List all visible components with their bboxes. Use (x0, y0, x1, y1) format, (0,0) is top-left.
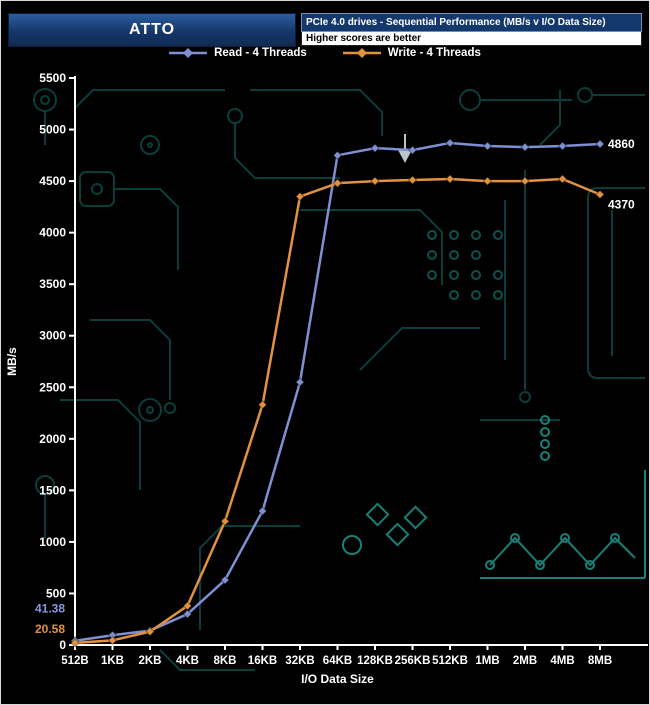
title-block: PCIe 4.0 drives - Sequential Performance… (301, 13, 642, 47)
svg-text:4370: 4370 (608, 197, 635, 211)
svg-text:1000: 1000 (39, 535, 66, 549)
svg-text:4KB: 4KB (176, 655, 199, 667)
svg-text:256KB: 256KB (395, 655, 431, 667)
atto-logo: ATTO (8, 13, 296, 47)
svg-text:2500: 2500 (39, 380, 66, 394)
svg-text:500: 500 (46, 586, 66, 600)
svg-text:5500: 5500 (39, 71, 66, 85)
svg-text:2KB: 2KB (138, 655, 161, 667)
svg-text:20.58: 20.58 (35, 622, 65, 636)
svg-text:3500: 3500 (39, 277, 66, 291)
svg-text:1KB: 1KB (101, 655, 124, 667)
svg-text:4000: 4000 (39, 226, 66, 240)
svg-text:512B: 512B (61, 655, 89, 667)
svg-text:1500: 1500 (39, 483, 66, 497)
svg-text:32KB: 32KB (285, 655, 314, 667)
svg-text:41.38: 41.38 (35, 602, 65, 616)
svg-text:1MB: 1MB (475, 655, 499, 667)
svg-text:2000: 2000 (39, 432, 66, 446)
chart-svg: 0 500 1000 1500 2000 2500 3000 3500 4000 4500 5000… (5, 71, 648, 686)
svg-text:2MB: 2MB (513, 655, 537, 667)
legend-item-read: Read - 4 Threads (169, 47, 307, 59)
svg-text:128KB: 128KB (357, 655, 393, 667)
svg-text:8KB: 8KB (213, 655, 236, 667)
svg-text:4860: 4860 (608, 137, 635, 151)
svg-text:5000: 5000 (39, 123, 66, 137)
svg-text:MB/s: MB/s (5, 347, 19, 376)
read-series-swatch (169, 48, 208, 58)
svg-text:3000: 3000 (39, 329, 66, 343)
legend-label-read: Read - 4 Threads (214, 47, 307, 59)
svg-text:16KB: 16KB (248, 655, 277, 667)
atto-logo-text: ATTO (128, 21, 176, 38)
legend-label-write: Write - 4 Threads (387, 47, 481, 59)
svg-text:4500: 4500 (39, 174, 66, 188)
svg-text:I/O Data Size: I/O Data Size (301, 672, 374, 686)
chart-title: PCIe 4.0 drives - Sequential Performance… (301, 13, 642, 32)
legend-item-write: Write - 4 Threads (342, 47, 481, 59)
chart-subtitle: Higher scores are better (301, 32, 642, 46)
chart-area: 0 500 1000 1500 2000 2500 3000 3500 4000 4500 5000… (0, 70, 650, 705)
legend: Read - 4 Threads Write - 4 Threads (0, 47, 650, 59)
svg-text:512KB: 512KB (432, 655, 468, 667)
header: ATTO PCIe 4.0 drives - Sequential Perfor… (8, 13, 642, 47)
svg-text:8MB: 8MB (588, 655, 612, 667)
write-series-swatch (342, 48, 381, 58)
svg-text:4MB: 4MB (550, 655, 574, 667)
svg-text:0: 0 (59, 638, 66, 652)
svg-text:64KB: 64KB (323, 655, 352, 667)
